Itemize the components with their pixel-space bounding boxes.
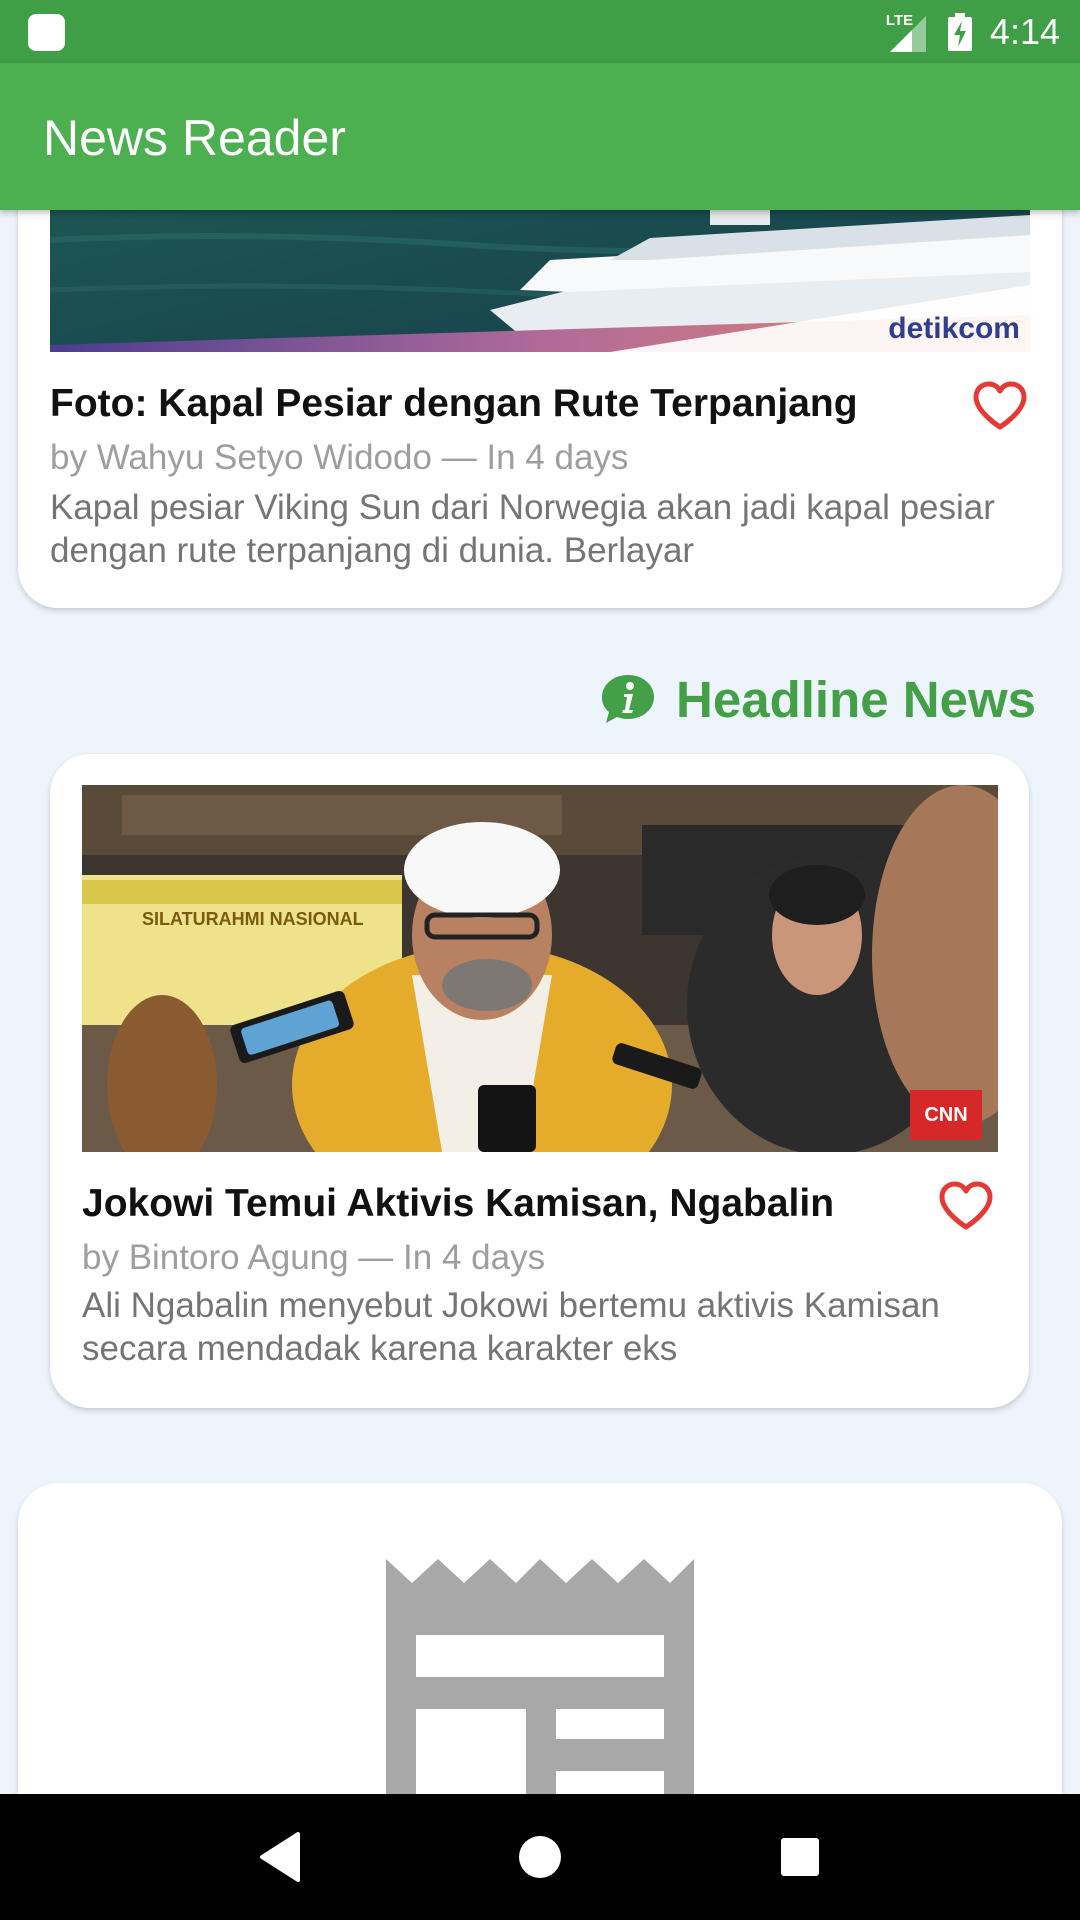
app-title: News Reader xyxy=(43,110,346,166)
status-icons: LTE 4:14 xyxy=(886,0,1060,63)
home-button[interactable] xyxy=(500,1817,580,1897)
article-card-placeholder[interactable] xyxy=(18,1483,1062,1843)
battery-charging-icon xyxy=(947,12,972,51)
press-conference-photo: SILATURAHMI NASIONAL CNN xyxy=(82,785,998,1152)
image-watermark: detikcom xyxy=(888,312,1020,345)
article-description: Kapal pesiar Viking Sun dari Norwegia ak… xyxy=(50,488,995,570)
article-image: SILATURAHMI NASIONAL CNN xyxy=(82,785,998,1152)
section-header: Headline News xyxy=(600,668,1036,730)
article-meta: by Bintoro Agung — In 4 days xyxy=(82,1238,546,1277)
article-meta: by Wahyu Setyo Widodo — In 4 days xyxy=(50,438,629,477)
status-clock: 4:14 xyxy=(989,10,1060,52)
navigation-bar xyxy=(0,1794,1080,1920)
app-notification-icon xyxy=(28,14,65,51)
image-watermark: CNN xyxy=(924,1104,967,1126)
app-bar: News Reader xyxy=(0,63,1080,210)
status-bar: LTE 4:14 xyxy=(0,0,1080,63)
favorite-heart-icon[interactable] xyxy=(972,380,1028,432)
article-title[interactable]: Jokowi Temui Aktivis Kamisan, Ngabalin xyxy=(82,1182,834,1226)
network-type-label: LTE xyxy=(885,11,914,29)
back-button[interactable] xyxy=(240,1817,320,1897)
article-card[interactable]: SILATURAHMI NASIONAL CNN Jokowi Temui Ak… xyxy=(50,754,1029,1408)
banner-text: SILATURAHMI NASIONAL xyxy=(142,909,364,929)
favorite-heart-icon[interactable] xyxy=(938,1180,994,1232)
home-icon xyxy=(519,1836,561,1878)
signal-icon: LTE xyxy=(886,12,930,52)
recents-button[interactable] xyxy=(760,1817,840,1897)
article-title[interactable]: Foto: Kapal Pesiar dengan Rute Terpanjan… xyxy=(50,382,858,426)
screen: LTE 4:14 News Reader detikcom Foto: Kapa… xyxy=(0,0,1080,1920)
info-chat-icon xyxy=(602,675,655,723)
section-title: Headline News xyxy=(676,670,1036,728)
recents-icon xyxy=(781,1838,819,1876)
back-icon xyxy=(260,1832,300,1882)
article-description: Ali Ngabalin menyebut Jokowi bertemu akt… xyxy=(82,1286,940,1368)
